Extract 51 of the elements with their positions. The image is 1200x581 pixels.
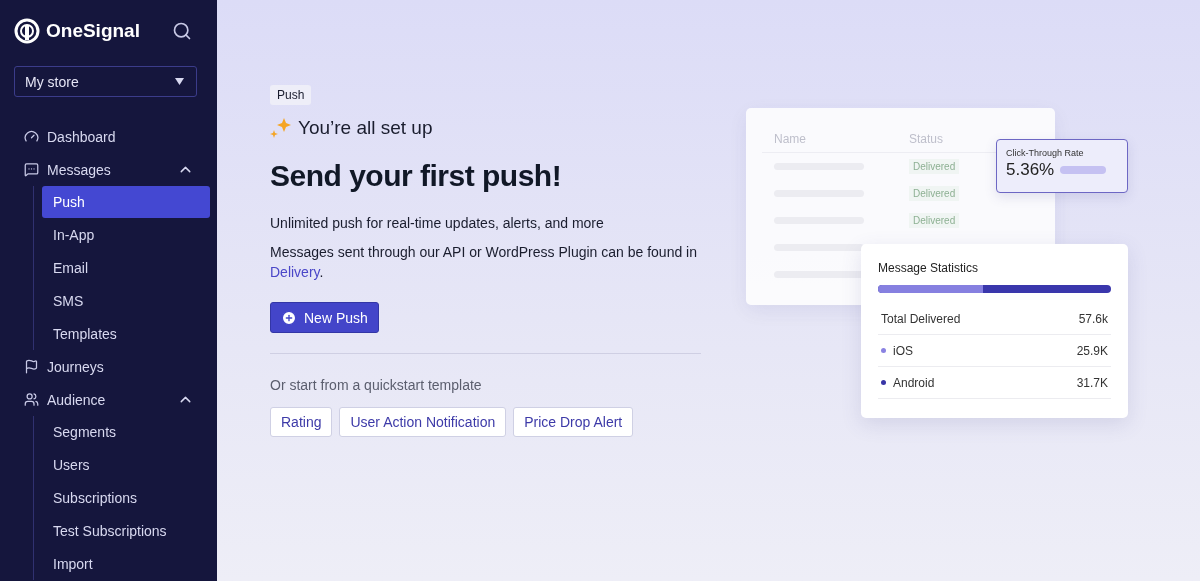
ctr-label: Click-Through Rate	[1006, 148, 1085, 158]
app-select[interactable]: My store	[14, 66, 197, 97]
delivery-link[interactable]: Delivery	[270, 264, 320, 280]
template-button[interactable]: User Action Notification	[339, 407, 507, 437]
plus-circle-icon	[281, 309, 297, 326]
nav-subitem[interactable]: Segments	[42, 416, 210, 448]
template-button[interactable]: Rating	[270, 407, 333, 437]
column-header: Name	[774, 132, 807, 146]
stat-value: 31.7K	[1076, 375, 1108, 390]
onesignal-logo-icon	[14, 18, 40, 44]
stat-value: 57.6k	[1078, 311, 1108, 326]
nav-subitem[interactable]: Email	[42, 252, 210, 284]
sparkle-icon	[270, 117, 292, 139]
stats-title: Message Statistics	[878, 261, 980, 275]
stat-value: 25.9K	[1076, 343, 1108, 358]
quickstart-label: Or start from a quickstart template	[270, 377, 482, 393]
nav-item[interactable]: Audience	[14, 383, 210, 416]
status-label: Delivered	[909, 213, 960, 228]
caret-icon	[175, 78, 184, 85]
brand-name: OneSignal	[46, 20, 140, 42]
chat-icon	[24, 162, 39, 177]
status-label: Delivered	[909, 159, 960, 174]
nav-subitem[interactable]: Test Subscriptions	[42, 515, 210, 547]
nav-subitem[interactable]: Push	[42, 186, 210, 218]
nav-subitem[interactable]: SMS	[42, 285, 210, 317]
nav-subitem[interactable]: Subscriptions	[42, 482, 210, 514]
nav-subitem[interactable]: Import	[42, 548, 210, 580]
nav-item[interactable]: Journeys	[14, 350, 210, 383]
delivery-note: Messages sent through our API or WordPress Plugin can be found in Delivery.	[270, 243, 698, 282]
flag-icon	[24, 359, 39, 374]
ctr-value: 5.36%	[1006, 160, 1055, 180]
column-header: Status	[909, 132, 945, 146]
nav-subitem[interactable]: Users	[42, 449, 210, 481]
users-icon	[24, 392, 39, 407]
search-icon[interactable]	[172, 21, 192, 41]
placeholder-bar	[1060, 166, 1107, 174]
nav-subitem[interactable]: Templates	[42, 318, 210, 350]
stat-label: Total Delivered	[881, 311, 962, 326]
nav-item[interactable]: Dashboard	[14, 120, 210, 153]
channel-badge: Push	[270, 85, 312, 105]
page-title: Send your first push!	[270, 159, 562, 193]
stat-label: Android	[893, 375, 936, 390]
new-push-button[interactable]: New Push	[270, 302, 379, 333]
status-label: Delivered	[909, 186, 960, 201]
nav-subitem[interactable]: In-App	[42, 219, 210, 251]
nav-item[interactable]: Messages	[14, 153, 210, 186]
template-button[interactable]: Price Drop Alert	[513, 407, 634, 437]
gauge-icon	[24, 129, 39, 144]
stat-label: iOS	[893, 343, 914, 358]
subtitle: You’re all set up	[298, 117, 433, 139]
description: Unlimited push for real-time updates, alerts, and more	[270, 214, 604, 233]
